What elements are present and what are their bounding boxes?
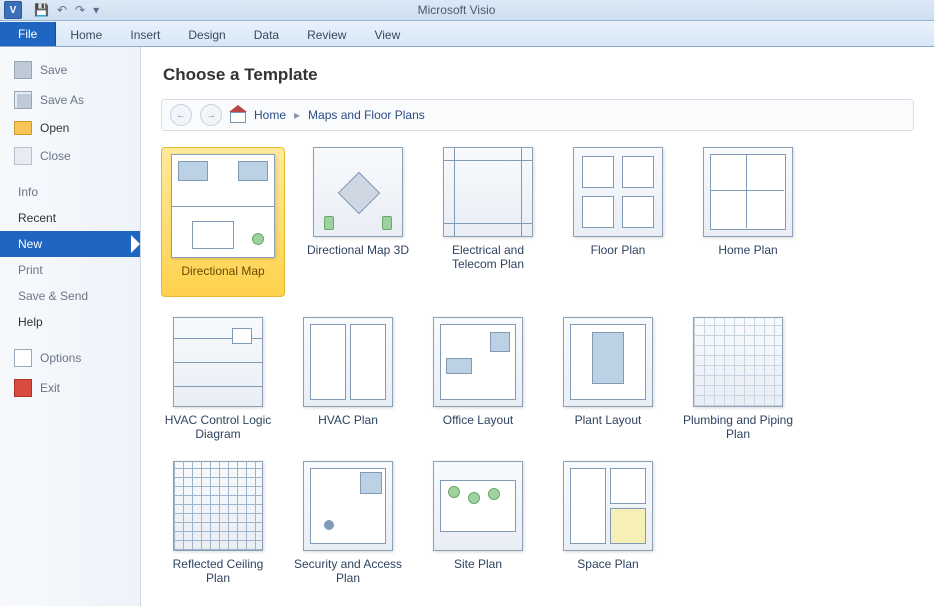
- template-label: Space Plan: [577, 557, 638, 585]
- sidebar-help[interactable]: Help: [0, 309, 140, 335]
- sidebar-close[interactable]: Close: [0, 141, 140, 171]
- options-icon: [14, 349, 32, 367]
- template-thumbnail: [173, 317, 263, 407]
- sidebar-exit[interactable]: Exit: [0, 373, 140, 403]
- page-title: Choose a Template: [163, 65, 914, 85]
- template-card[interactable]: Reflected Ceiling Plan: [161, 461, 275, 585]
- template-card[interactable]: Space Plan: [551, 461, 665, 585]
- template-card[interactable]: Directional Map: [161, 147, 285, 297]
- template-thumbnail: [303, 317, 393, 407]
- save-icon: [14, 61, 32, 79]
- sidebar-new[interactable]: New: [0, 231, 140, 257]
- sidebar-save[interactable]: Save: [0, 55, 140, 85]
- template-label: Directional Map 3D: [307, 243, 409, 271]
- tab-review[interactable]: Review: [293, 23, 360, 46]
- template-grid: Directional Map Directional Map 3D Electri…: [161, 147, 914, 585]
- template-label: HVAC Control Logic Diagram: [161, 413, 275, 441]
- template-card[interactable]: Plant Layout: [551, 317, 665, 441]
- ribbon-tabs: File Home Insert Design Data Review View: [0, 21, 934, 47]
- template-label: Plumbing and Piping Plan: [681, 413, 795, 441]
- tab-insert[interactable]: Insert: [116, 23, 174, 46]
- template-card[interactable]: HVAC Control Logic Diagram: [161, 317, 275, 441]
- template-label: Site Plan: [454, 557, 502, 585]
- nav-back-button[interactable]: ←: [170, 104, 192, 126]
- chevron-right-icon: ▸: [294, 108, 300, 122]
- template-thumbnail: [433, 317, 523, 407]
- template-thumbnail: [173, 461, 263, 551]
- template-thumbnail: [171, 154, 275, 258]
- close-icon: [14, 147, 32, 165]
- sidebar-close-label: Close: [40, 149, 71, 163]
- tab-view[interactable]: View: [360, 23, 414, 46]
- template-card[interactable]: Office Layout: [421, 317, 535, 441]
- template-thumbnail: [563, 317, 653, 407]
- qat-save-icon[interactable]: 💾: [34, 3, 49, 17]
- template-card[interactable]: Site Plan: [421, 461, 535, 585]
- template-card[interactable]: Home Plan: [691, 147, 805, 297]
- template-label: Electrical and Telecom Plan: [431, 243, 545, 271]
- sidebar-print[interactable]: Print: [0, 257, 140, 283]
- main-panel: Choose a Template ← → Home ▸ Maps and Fl…: [141, 47, 934, 606]
- template-thumbnail: [433, 461, 523, 551]
- qat-redo-icon[interactable]: ↷: [75, 3, 85, 17]
- template-label: HVAC Plan: [318, 413, 378, 441]
- template-card[interactable]: HVAC Plan: [291, 317, 405, 441]
- template-label: Office Layout: [443, 413, 514, 441]
- sidebar-open-label: Open: [40, 121, 69, 135]
- sidebar-recent[interactable]: Recent: [0, 205, 140, 231]
- window-title: Microsoft Visio: [99, 3, 814, 17]
- template-label: Plant Layout: [575, 413, 642, 441]
- save-as-icon: [14, 91, 32, 109]
- breadcrumb: ← → Home ▸ Maps and Floor Plans: [161, 99, 914, 131]
- tab-design[interactable]: Design: [174, 23, 239, 46]
- template-label: Floor Plan: [591, 243, 646, 271]
- template-thumbnail: [303, 461, 393, 551]
- template-thumbnail: [573, 147, 663, 237]
- crumb-category[interactable]: Maps and Floor Plans: [308, 108, 425, 122]
- template-thumbnail: [443, 147, 533, 237]
- template-label: Home Plan: [718, 243, 777, 271]
- tab-data[interactable]: Data: [240, 23, 293, 46]
- sidebar-info[interactable]: Info: [0, 179, 140, 205]
- template-thumbnail: [313, 147, 403, 237]
- template-card[interactable]: Electrical and Telecom Plan: [431, 147, 545, 297]
- exit-icon: [14, 379, 32, 397]
- nav-forward-button[interactable]: →: [200, 104, 222, 126]
- template-card[interactable]: Floor Plan: [561, 147, 675, 297]
- template-card[interactable]: Directional Map 3D: [301, 147, 415, 297]
- backstage-sidebar: Save Save As Open Close Info Recent New …: [0, 47, 141, 606]
- sidebar-save-label: Save: [40, 63, 67, 77]
- template-label: Reflected Ceiling Plan: [161, 557, 275, 585]
- sidebar-options[interactable]: Options: [0, 343, 140, 373]
- sidebar-saveas-label: Save As: [40, 93, 84, 107]
- home-icon[interactable]: [230, 108, 246, 122]
- tab-file[interactable]: File: [0, 22, 56, 46]
- sidebar-exit-label: Exit: [40, 381, 60, 395]
- template-label: Directional Map: [181, 264, 264, 292]
- title-bar: V 💾 ↶ ↷ ▾ Microsoft Visio: [0, 0, 934, 21]
- template-label: Security and Access Plan: [291, 557, 405, 585]
- sidebar-options-label: Options: [40, 351, 81, 365]
- tab-home[interactable]: Home: [56, 23, 116, 46]
- template-card[interactable]: Plumbing and Piping Plan: [681, 317, 795, 441]
- template-card[interactable]: Security and Access Plan: [291, 461, 405, 585]
- app-icon: V: [4, 1, 22, 19]
- template-thumbnail: [563, 461, 653, 551]
- template-thumbnail: [703, 147, 793, 237]
- sidebar-save-send[interactable]: Save & Send: [0, 283, 140, 309]
- template-thumbnail: [693, 317, 783, 407]
- sidebar-open[interactable]: Open: [0, 115, 140, 141]
- open-folder-icon: [14, 121, 32, 135]
- qat-undo-icon[interactable]: ↶: [57, 3, 67, 17]
- sidebar-save-as[interactable]: Save As: [0, 85, 140, 115]
- crumb-home[interactable]: Home: [254, 108, 286, 122]
- quick-access-toolbar: 💾 ↶ ↷ ▾: [28, 3, 99, 17]
